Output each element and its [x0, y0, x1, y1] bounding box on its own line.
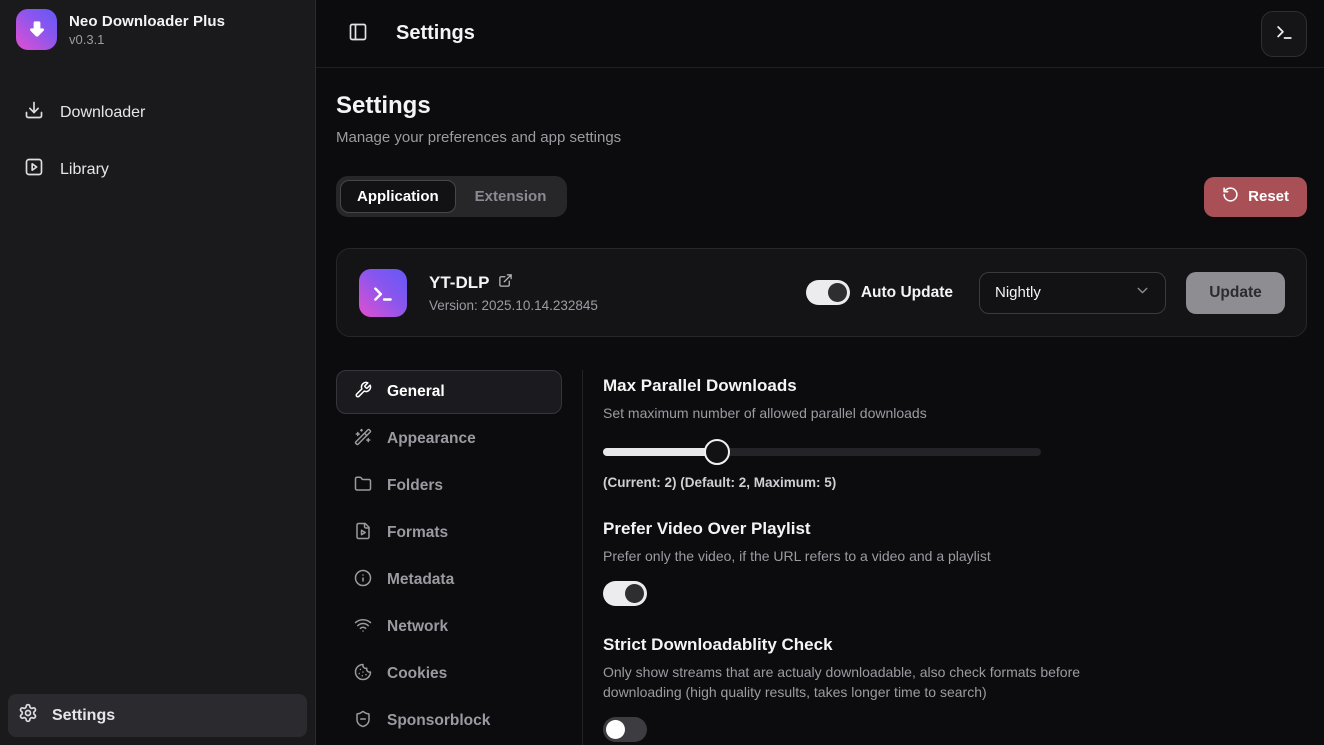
app-version: v0.3.1 [69, 32, 225, 47]
setting-strict-downloadability-check: Strict Downloadablity Check Only show st… [603, 635, 1307, 742]
settings-nav-cookies[interactable]: Cookies [336, 652, 562, 696]
folder-icon [354, 475, 372, 498]
rotate-ccw-icon [1222, 186, 1239, 207]
setting-description: Prefer only the video, if the URL refers… [603, 546, 1121, 566]
settings-scope-tabs: Application Extension [336, 176, 567, 217]
ytdlp-version: Version: 2025.10.14.232845 [429, 298, 598, 313]
wand-sparkles-icon [354, 428, 372, 451]
main-area: Settings Settings Manage your preference… [316, 0, 1324, 745]
settings-nav-label: Cookies [387, 665, 447, 683]
page-subtitle: Manage your preferences and app settings [336, 129, 1307, 146]
library-play-icon [24, 157, 44, 182]
app-brand: Neo Downloader Plus v0.3.1 [0, 0, 315, 59]
chevron-down-icon [1134, 282, 1151, 303]
settings-nav-sponsorblock[interactable]: Sponsorblock [336, 699, 562, 743]
panel-left-icon [348, 22, 368, 45]
sidebar: Neo Downloader Plus v0.3.1 Downloader Li… [0, 0, 316, 745]
sidebar-item-settings[interactable]: Settings [8, 694, 307, 737]
sidebar-item-label: Settings [52, 707, 115, 725]
shield-minus-icon [354, 710, 372, 733]
app-window: Neo Downloader Plus v0.3.1 Downloader Li… [0, 0, 1324, 745]
settings-page: Settings Manage your preferences and app… [316, 68, 1324, 745]
ytdlp-terminal-icon [359, 269, 407, 317]
update-button[interactable]: Update [1186, 272, 1285, 314]
terminal-icon [1275, 23, 1294, 45]
strict-check-toggle[interactable] [603, 717, 647, 742]
setting-description: Only show streams that are actualy downl… [603, 662, 1121, 702]
terminal-button[interactable] [1261, 11, 1307, 57]
setting-description: Set maximum number of allowed parallel d… [603, 403, 1121, 423]
page-title: Settings [336, 92, 1307, 120]
setting-title: Prefer Video Over Playlist [603, 519, 1307, 539]
sidebar-nav: Downloader Library [0, 59, 315, 189]
settings-nav-label: Appearance [387, 430, 476, 448]
wifi-icon [354, 616, 372, 639]
download-icon [24, 100, 44, 125]
file-video-icon [354, 522, 372, 545]
info-icon [354, 569, 372, 592]
reset-button[interactable]: Reset [1204, 177, 1307, 217]
settings-nav-label: Metadata [387, 571, 454, 589]
auto-update-label: Auto Update [861, 284, 953, 302]
sidebar-toggle-button[interactable] [344, 18, 372, 49]
settings-category-nav: General Appearance Folders Formats [336, 370, 562, 743]
setting-prefer-video-over-playlist: Prefer Video Over Playlist Prefer only t… [603, 519, 1307, 606]
settings-nav-formats[interactable]: Formats [336, 511, 562, 555]
prefer-video-toggle[interactable] [603, 581, 647, 606]
settings-nav-network[interactable]: Network [336, 605, 562, 649]
settings-nav-folders[interactable]: Folders [336, 464, 562, 508]
settings-nav-label: Folders [387, 477, 443, 495]
settings-nav-general[interactable]: General [336, 370, 562, 414]
ytdlp-title: YT-DLP [429, 273, 489, 293]
update-channel-select[interactable]: Nightly [979, 272, 1166, 314]
auto-update-toggle[interactable] [806, 280, 850, 305]
tab-extension[interactable]: Extension [458, 180, 564, 213]
tab-application[interactable]: Application [340, 180, 456, 213]
setting-title: Max Parallel Downloads [603, 376, 1307, 396]
slider-fill [603, 448, 717, 456]
update-channel-value: Nightly [995, 284, 1041, 301]
wrench-icon [354, 381, 372, 404]
slider-knob[interactable] [704, 439, 730, 465]
external-link-icon[interactable] [498, 273, 513, 293]
sidebar-item-label: Library [60, 161, 109, 179]
topbar: Settings [316, 0, 1324, 68]
settings-nav-label: Formats [387, 524, 448, 542]
slider-meta: (Current: 2) (Default: 2, Maximum: 5) [603, 475, 1307, 490]
settings-nav-metadata[interactable]: Metadata [336, 558, 562, 602]
sidebar-item-label: Downloader [60, 104, 145, 122]
ytdlp-card: YT-DLP Version: 2025.10.14.232845 Auto U… [336, 248, 1307, 337]
cookie-icon [354, 663, 372, 686]
reset-button-label: Reset [1248, 188, 1289, 205]
setting-title: Strict Downloadablity Check [603, 635, 1307, 655]
app-name: Neo Downloader Plus [69, 13, 225, 30]
settings-panel: Max Parallel Downloads Set maximum numbe… [583, 370, 1307, 745]
gear-icon [18, 703, 38, 728]
max-parallel-slider[interactable] [603, 439, 1041, 465]
setting-max-parallel-downloads: Max Parallel Downloads Set maximum numbe… [603, 376, 1307, 490]
settings-nav-appearance[interactable]: Appearance [336, 417, 562, 461]
settings-nav-label: Network [387, 618, 448, 636]
settings-nav-label: Sponsorblock [387, 712, 490, 730]
app-logo-icon [16, 9, 57, 50]
sidebar-item-downloader[interactable]: Downloader [16, 93, 299, 132]
settings-nav-label: General [387, 383, 445, 401]
topbar-title: Settings [396, 22, 475, 45]
sidebar-item-library[interactable]: Library [16, 150, 299, 189]
